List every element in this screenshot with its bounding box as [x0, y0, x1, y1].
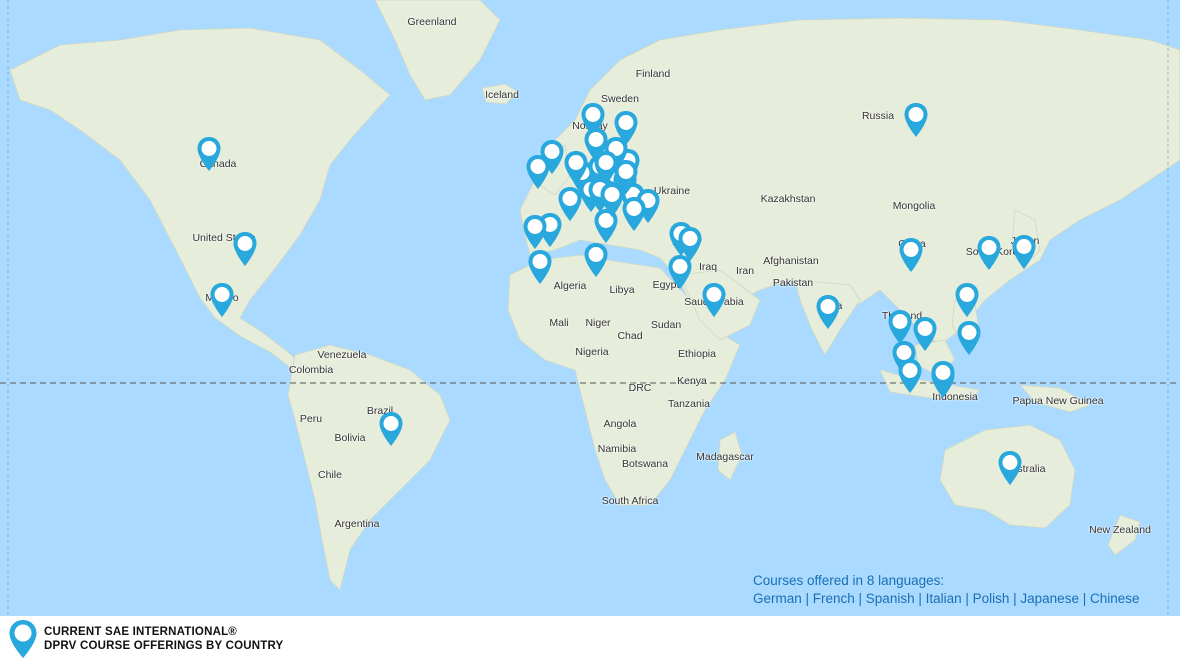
- footer-title-line1: CURRENT SAE INTERNATIONAL®: [44, 626, 237, 638]
- country-label: Kazakhstan: [760, 193, 816, 205]
- greenland-landmass: [374, 0, 501, 101]
- country-label: Mongolia: [892, 200, 936, 212]
- map-pin-icon[interactable]: [613, 159, 639, 195]
- map-pin-icon[interactable]: [527, 249, 553, 285]
- country-label: Nigeria: [575, 346, 609, 358]
- map-pin-icon: [9, 620, 37, 658]
- south-america-landmass: [287, 344, 451, 591]
- map-pin-icon[interactable]: [232, 231, 258, 267]
- map-pin-icon[interactable]: [196, 136, 222, 172]
- country-label: Chile: [318, 469, 342, 481]
- country-label: Finland: [635, 68, 671, 80]
- country-label: Kenya: [677, 375, 707, 387]
- country-label: Venezuela: [317, 349, 367, 361]
- country-label: Iraq: [698, 261, 718, 273]
- languages-legend: Courses offered in 8 languages: German |…: [753, 572, 1140, 608]
- map-pin-icon[interactable]: [897, 358, 923, 394]
- languages-heading: Courses offered in 8 languages:: [753, 573, 945, 588]
- country-label: Botswana: [621, 458, 669, 470]
- map-pin-icon[interactable]: [976, 235, 1002, 271]
- country-label: Sweden: [601, 93, 639, 105]
- map-pin-icon[interactable]: [815, 294, 841, 330]
- map-pin-icon[interactable]: [997, 450, 1023, 486]
- map-pin-icon[interactable]: [378, 411, 404, 447]
- country-label: Sudan: [650, 319, 682, 331]
- map-pin-icon[interactable]: [1011, 234, 1037, 270]
- country-label: Madagascar: [696, 451, 754, 463]
- country-label: Russia: [861, 110, 895, 122]
- country-label: Pakistan: [772, 277, 814, 289]
- languages-list: German | French | Spanish | Italian | Po…: [753, 591, 1140, 606]
- map-pin-icon[interactable]: [898, 237, 924, 273]
- map-pin-icon[interactable]: [956, 320, 982, 356]
- country-label: South Africa: [601, 495, 659, 507]
- map-pin-icon[interactable]: [701, 282, 727, 318]
- country-label: Argentina: [334, 518, 380, 530]
- footer-title: CURRENT SAE INTERNATIONAL® DPRV COURSE O…: [44, 625, 283, 653]
- country-label: Iceland: [485, 89, 519, 101]
- country-label: DRC: [628, 382, 652, 394]
- map-pin-icon[interactable]: [677, 226, 703, 262]
- map-canvas: [0, 0, 1180, 616]
- country-label: Tanzania: [667, 398, 711, 410]
- map-pin-icon[interactable]: [954, 282, 980, 318]
- map-pin-icon[interactable]: [903, 102, 929, 138]
- map-pin-icon[interactable]: [930, 360, 956, 396]
- country-label: Iran: [735, 265, 755, 277]
- map-pin-icon[interactable]: [621, 196, 647, 232]
- country-label: Bolivia: [334, 432, 366, 444]
- country-label: Afghanistan: [763, 255, 819, 267]
- country-label: Niger: [585, 317, 611, 329]
- country-label: Chad: [617, 330, 643, 342]
- footer: CURRENT SAE INTERNATIONAL® DPRV COURSE O…: [0, 616, 1180, 660]
- north-america-landmass: [9, 27, 391, 373]
- map-pin-icon[interactable]: [583, 242, 609, 278]
- map-pin-icon[interactable]: [209, 282, 235, 318]
- country-label: Colombia: [288, 364, 334, 376]
- country-label: Mali: [549, 317, 569, 329]
- country-label: Greenland: [407, 16, 457, 28]
- country-label: Namibia: [597, 443, 637, 455]
- country-label: Angola: [603, 418, 637, 430]
- footer-title-line2: DPRV COURSE OFFERINGS BY COUNTRY: [44, 640, 284, 652]
- country-label: New Zealand: [1089, 524, 1151, 536]
- country-label: Libya: [609, 284, 635, 296]
- map-pin-icon[interactable]: [539, 139, 565, 175]
- world-map: GreenlandIcelandFinlandSwedenNorwayRussi…: [0, 0, 1180, 616]
- country-label: Peru: [299, 413, 323, 425]
- map-pin-icon[interactable]: [522, 214, 548, 250]
- country-label: Papua New Guinea: [1012, 395, 1104, 407]
- country-label: Ethiopia: [678, 348, 716, 360]
- country-label: Algeria: [553, 280, 587, 292]
